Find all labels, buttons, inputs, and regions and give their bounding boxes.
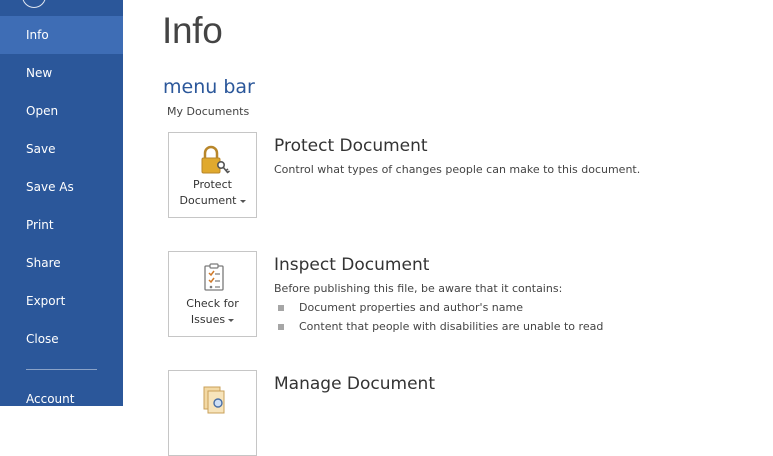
sidebar-item-export[interactable]: Export [0, 282, 123, 320]
bullet-icon [278, 304, 284, 311]
chevron-down-icon [228, 318, 235, 322]
lock-key-icon [201, 145, 230, 174]
document-name: menu bar [163, 76, 255, 98]
chevron-down-icon [239, 199, 246, 203]
inspect-bullet-text: Content that people with disabilities ar… [299, 320, 604, 333]
manage-document-button[interactable] [168, 370, 257, 456]
sidebar-item-close[interactable]: Close [0, 320, 123, 358]
list-item: Document properties and author's name [278, 301, 523, 314]
check-for-issues-button[interactable]: Check for Issues [168, 251, 257, 337]
inspect-checklist-icon [203, 263, 224, 291]
sidebar-item-new[interactable]: New [0, 54, 123, 92]
check-issues-label-line2: Issues [190, 313, 226, 326]
manage-documents-icon [203, 386, 224, 414]
inspect-document-description: Before publishing this file, be aware th… [274, 282, 563, 295]
sidebar-item-open[interactable]: Open [0, 92, 123, 130]
sidebar-item-save-as[interactable]: Save As [0, 168, 123, 206]
protect-document-description: Control what types of changes people can… [274, 163, 641, 176]
sidebar-item-share[interactable]: Share [0, 244, 123, 282]
sidebar-item-print[interactable]: Print [0, 206, 123, 244]
protect-document-button[interactable]: Protect Document [168, 132, 257, 218]
back-arrow-icon[interactable] [22, 0, 46, 8]
protect-document-title: Protect Document [274, 136, 428, 156]
protect-button-label-line2: Document [179, 194, 237, 207]
inspect-bullet-text: Document properties and author's name [299, 301, 524, 314]
protect-button-label-line1: Protect [193, 178, 232, 191]
list-item: Content that people with disabilities ar… [278, 320, 603, 333]
document-location[interactable]: My Documents [167, 105, 249, 118]
sidebar-item-save[interactable]: Save [0, 130, 123, 168]
sidebar-item-account[interactable]: Account [0, 380, 123, 418]
bullet-icon [278, 323, 284, 330]
page-title: Info [162, 10, 223, 51]
inspect-document-title: Inspect Document [274, 255, 430, 275]
manage-document-title: Manage Document [274, 374, 436, 394]
backstage-sidebar: Info New Open Save Save As Print Share E… [0, 0, 123, 406]
sidebar-item-info[interactable]: Info [0, 16, 123, 54]
sidebar-divider [26, 369, 97, 370]
check-issues-label-line1: Check for [186, 297, 239, 310]
